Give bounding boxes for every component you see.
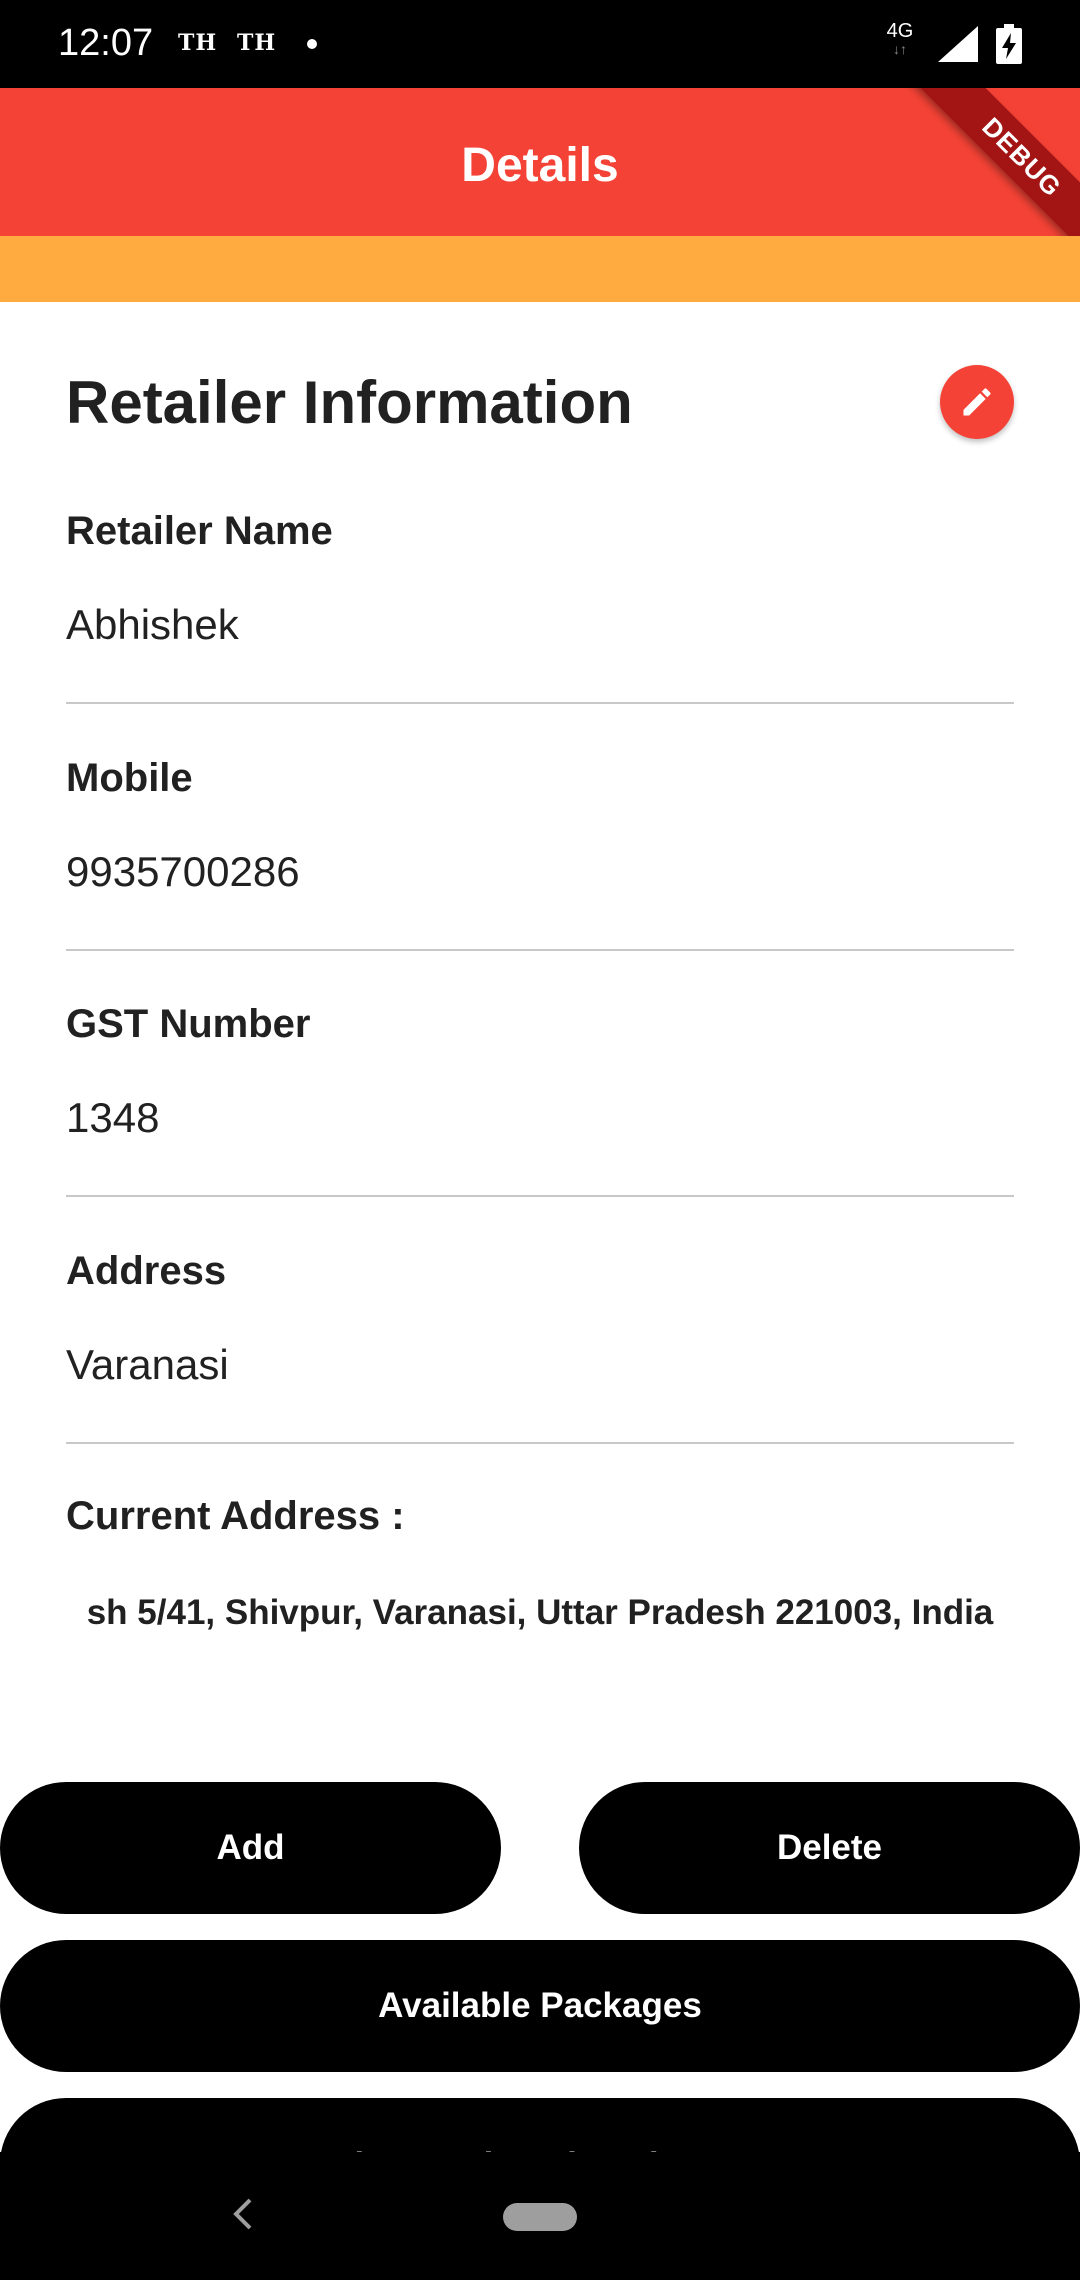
field-value: 9935700286 [66, 848, 300, 895]
field-gst-number: GST Number 1348 [66, 1002, 1014, 1197]
carrier-label-2: TH [237, 30, 277, 56]
current-address-label: Current Address : [66, 1494, 405, 1538]
field-label: Retailer Name [66, 509, 333, 553]
back-chevron-icon[interactable] [230, 2194, 256, 2234]
current-address-value: sh 5/41, Shivpur, Varanasi, Uttar Prades… [86, 1593, 994, 1632]
home-pill-icon[interactable] [503, 2203, 577, 2231]
field-retailer-name: Retailer Name Abhishek [66, 509, 1014, 704]
section-title: Retailer Information [66, 369, 633, 436]
notification-dot-icon [307, 39, 317, 49]
system-nav-bar [0, 2152, 1080, 2280]
field-mobile: Mobile 9935700286 [66, 756, 1014, 951]
details-content: Retailer Information Retailer Name Abhis… [0, 302, 1080, 2230]
field-label: GST Number [66, 1002, 311, 1046]
field-value: Varanasi [66, 1341, 229, 1388]
data-arrows-icon: ↓↑ [893, 41, 907, 57]
status-bar: 12:07 TH TH 4G ↓↑ [0, 0, 1080, 88]
field-label: Mobile [66, 756, 193, 800]
status-time: 12:07 [58, 22, 154, 64]
carrier-label-1: TH [178, 30, 218, 56]
network-type-indicator: 4G ↓↑ [880, 20, 920, 58]
app-bar: Details DEBUG [0, 88, 1080, 236]
signal-icon [938, 26, 978, 62]
field-label: Address [66, 1249, 227, 1293]
add-button[interactable]: Add [0, 1782, 501, 1914]
field-value: Abhishek [66, 601, 239, 648]
pencil-icon [963, 388, 991, 416]
field-value: 1348 [66, 1094, 160, 1141]
delete-button[interactable]: Delete [579, 1782, 1080, 1914]
edit-button[interactable] [940, 365, 1014, 439]
battery-charging-icon [996, 24, 1022, 64]
network-type-label: 4G [886, 20, 914, 42]
page-title: Details [461, 139, 619, 192]
accent-sub-bar [0, 236, 1080, 302]
field-address: Address Varanasi [66, 1249, 1014, 1444]
available-packages-button[interactable]: Available Packages [0, 1940, 1080, 2072]
